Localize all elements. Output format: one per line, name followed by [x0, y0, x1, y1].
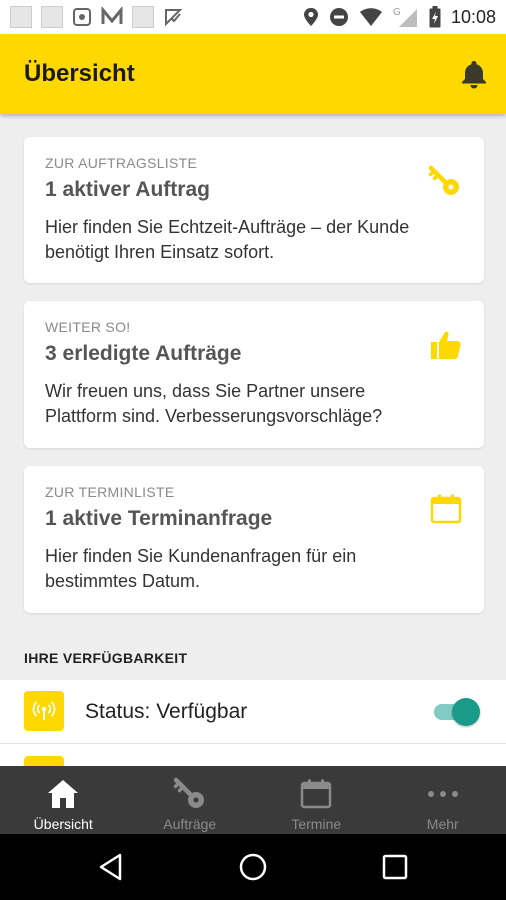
availability-toggle[interactable] — [434, 698, 482, 728]
nav-label: Mehr — [426, 816, 459, 832]
card-text: Hier finden Sie Kundenanfragen für ein b… — [45, 546, 357, 591]
calendar-icon — [430, 494, 462, 529]
availability-row[interactable]: Status: Verfügbar — [0, 680, 506, 744]
app-icon — [73, 8, 91, 26]
home-icon — [47, 776, 79, 812]
nav-label: Aufträge — [163, 816, 217, 832]
nav-tab-appointments[interactable]: Termine — [253, 766, 380, 834]
nav-tab-overview[interactable]: Übersicht — [0, 766, 127, 834]
nav-tab-orders[interactable]: Aufträge — [127, 766, 254, 834]
card-title: 3 erledigte Aufträge — [45, 342, 242, 365]
more-icon — [426, 776, 460, 812]
recents-icon — [382, 854, 408, 880]
card-eyebrow: ZUR AUFTRAGSLISTE — [45, 155, 198, 171]
card-eyebrow: ZUR TERMINLISTE — [45, 484, 175, 500]
recents-button[interactable] — [365, 842, 425, 892]
app-icon — [101, 7, 123, 24]
card-title: 1 aktive Terminanfrage — [45, 507, 273, 530]
clock: 10:08 — [450, 6, 496, 27]
status-bar-notifications — [10, 6, 183, 28]
dnd-icon — [329, 8, 348, 26]
availability-status-label: Status: Verfügbar — [85, 700, 248, 723]
back-icon — [99, 853, 122, 881]
notifications-button[interactable] — [454, 54, 494, 94]
status-bar: G 10:08 — [0, 0, 506, 34]
back-button[interactable] — [81, 842, 141, 892]
app-icon — [132, 6, 154, 28]
home-button[interactable] — [223, 842, 283, 892]
nav-label: Termine — [291, 816, 342, 832]
wifi-icon — [359, 8, 382, 26]
home-circle-icon — [239, 853, 267, 881]
list-item[interactable] — [0, 744, 506, 766]
image-icon — [41, 6, 63, 28]
key-icon — [173, 776, 207, 812]
page-title: Übersicht — [24, 60, 135, 87]
thumbs-up-icon — [430, 329, 462, 366]
app-bar: Übersicht — [0, 34, 506, 114]
card-text: Hier finden Sie Echtzeit-Aufträge – der … — [45, 217, 410, 262]
location-icon — [303, 8, 318, 26]
image-icon — [10, 6, 32, 28]
card-title: 1 aktiver Auftrag — [45, 178, 210, 201]
card-active-orders[interactable]: ZUR AUFTRAGSLISTE 1 aktiver Auftrag Hier… — [24, 137, 484, 283]
card-text: Wir freuen uns, dass Sie Partner unsere … — [45, 381, 383, 426]
toggle-thumb — [452, 698, 480, 726]
calendar-icon — [300, 776, 332, 812]
card-eyebrow: WEITER SO! — [45, 319, 131, 335]
status-bar-system: G 10:08 — [303, 6, 496, 28]
svg-text:G: G — [393, 7, 401, 18]
card-appointment-requests[interactable]: ZUR TERMINLISTE 1 aktive Terminanfrage H… — [24, 466, 484, 613]
key-icon — [428, 165, 462, 202]
battery-icon — [429, 6, 441, 28]
nav-tab-more[interactable]: Mehr — [380, 766, 506, 834]
nav-label: Übersicht — [33, 816, 93, 832]
list-item-icon — [24, 756, 64, 766]
bottom-nav: Übersicht Aufträge Termine Mehr — [0, 766, 506, 834]
card-completed-orders[interactable]: WEITER SO! 3 erledigte Aufträge Wir freu… — [24, 301, 484, 448]
broadcast-icon — [24, 691, 64, 731]
section-label-availability: IHRE VERFÜGBARKEIT — [24, 650, 188, 666]
signal-icon: G — [393, 7, 417, 27]
bell-icon — [462, 61, 486, 89]
system-nav-bar — [0, 834, 506, 900]
app-icon — [165, 9, 183, 27]
